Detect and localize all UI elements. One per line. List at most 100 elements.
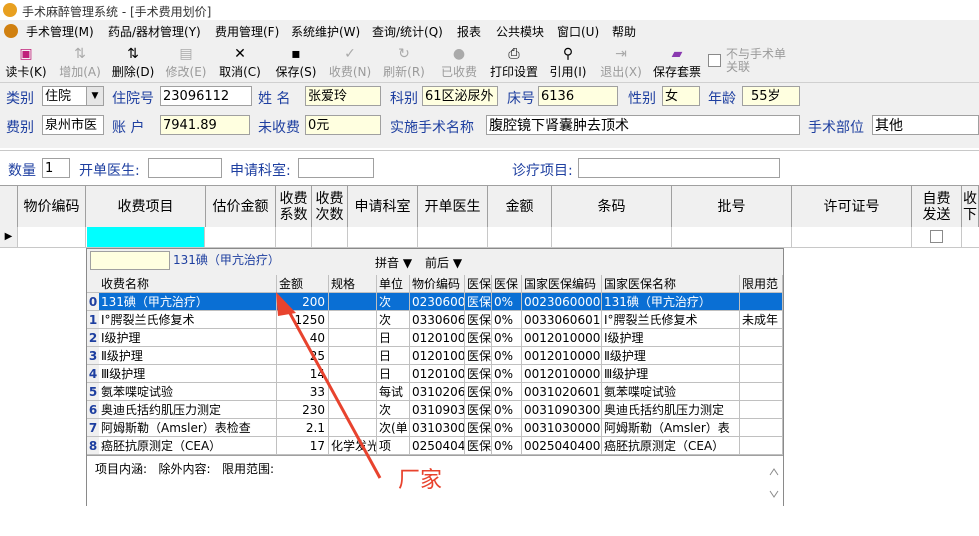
lh-ins1[interactable]: 医保 [465,275,492,293]
lookup-row[interactable]: 6 奥迪氏括约肌压力测定 230 次 0310903 医保 0% 00310903002 奥迪氏… [87,401,783,419]
cell-selfpay[interactable] [912,227,962,247]
lookup-cell-name: 131碘（甲亢治疗） [99,293,277,311]
lookup-row[interactable]: 0 131碘（甲亢治疗） 200 次 0230600 医保 0% 00230600001 131… [87,293,783,311]
dept-field[interactable]: 61区泌尿外 [422,86,498,106]
cell-fee-item[interactable] [87,227,205,247]
gender-field[interactable]: 女 [662,86,700,106]
col-selfpay[interactable]: 自费发送 [912,186,962,227]
read-card-button[interactable]: ▣ 读卡(K) [4,42,48,82]
unlink-checkbox[interactable] [708,54,721,70]
unpaid-field[interactable]: 0元 [305,115,381,135]
cancel-button[interactable]: ✕ 取消(C) [217,42,263,82]
col-estimate[interactable]: 估价金额 [206,186,276,227]
unlink-checkbox-box[interactable] [708,54,721,67]
doctor-field[interactable] [148,158,222,178]
lookup-row[interactable]: 7 阿姆斯勒（Amsler）表检查 2.1 次(单 0310300 医保 0% 0031030… [87,419,783,437]
cell-coefficient[interactable] [276,227,312,247]
lh-ins2[interactable]: 医保 [492,275,522,293]
col-doctor[interactable]: 开单医生 [418,186,488,227]
lookup-cell-ncode: 00120100003 [522,329,602,347]
fee-grid-row[interactable]: ▶ [0,227,979,248]
menu-query[interactable]: 查询/统计(Q) [372,23,443,40]
charge-button[interactable]: ✓ 收费(N) [327,42,373,82]
reference-button[interactable]: ⚲ 引用(I) [545,42,591,82]
lookup-row[interactable]: 8 癌胚抗原测定（CEA） 17 化学发光项 0250404 医保 0% 0025040400… [87,437,783,455]
reference-label: 引用(I) [549,65,587,79]
col-batch[interactable]: 批号 [672,186,792,227]
category-select[interactable]: 住院 ▼ [42,86,104,106]
lookup-row[interactable]: 3 Ⅱ级护理 25 日 0120100 医保 0% 00120100004 Ⅱ级护理 [87,347,783,365]
menu-fees[interactable]: 费用管理(F) [215,23,279,40]
col-coefficient[interactable]: 收费系数 [276,186,312,227]
lookup-cell-limit [740,293,783,311]
charged-icon: ● [452,46,466,62]
col-receive[interactable]: 收下 [962,186,979,227]
col-amount[interactable]: 金额 [488,186,552,227]
charge-icon: ✓ [344,46,356,62]
feetype-field[interactable]: 泉州市医 [42,115,104,135]
lh-limit[interactable]: 限用范 [740,275,783,293]
menu-drugs[interactable]: 药品/器材管理(Y) [108,23,201,40]
qty-field[interactable]: 1 [42,158,70,178]
delete-button[interactable]: ⇅ 删除(D) [110,42,156,82]
col-apply-dept[interactable]: 申请科室 [348,186,418,227]
lookup-cell-unit: 次(单 [377,419,410,437]
lh-unit[interactable]: 单位 [377,275,410,293]
lh-ncode[interactable]: 国家医保编码 [522,275,602,293]
admission-field[interactable]: 23096112 [160,86,252,106]
col-fee-item[interactable]: 收费项目 [86,186,206,227]
lookup-row[interactable]: 4 Ⅲ级护理 14 日 0120100 医保 0% 00120100005 Ⅲ级护理 [87,365,783,383]
order-select[interactable]: 前后 ▼ [425,254,462,271]
item-field[interactable] [578,158,780,178]
lh-spec[interactable]: 规格 [329,275,377,293]
lookup-row[interactable]: 1 Ⅰ°腭裂兰氏修复术 1250 次 0330606 医保 0% 00330606014 Ⅰ°腭… [87,311,783,329]
age-field[interactable]: 55岁 [742,86,800,106]
selfpay-checkbox[interactable] [930,230,943,243]
cell-apply-dept[interactable] [348,227,418,247]
add-button[interactable]: ⇅ 增加(A) [58,42,102,82]
lh-name[interactable]: 收费名称 [99,275,277,293]
cell-estimate[interactable] [206,227,276,247]
lookup-row[interactable]: 5 氨苯喋啶试验 33 每试 0310206 医保 0% 00310206011 氨苯喋啶试验 [87,383,783,401]
menu-app-icon[interactable] [4,24,18,38]
exit-button[interactable]: ⇥ 退出(X) [598,42,644,82]
name-field[interactable]: 张爱玲 [305,86,381,106]
cell-times[interactable] [312,227,348,247]
menu-system[interactable]: 系统维护(W) [291,23,360,40]
site-field[interactable]: 其他 [872,115,979,135]
lookup-cell-ins1: 医保 [465,383,492,401]
print-settings-button[interactable]: ⎙ 打印设置 [488,42,540,82]
col-barcode[interactable]: 条码 [552,186,672,227]
bed-field[interactable]: 6136 [538,86,618,106]
surgery-field[interactable]: 腹腔镜下肾囊肿去顶术 [486,115,800,135]
save-package-button[interactable]: ▰ 保存套票 [651,42,703,82]
lh-code[interactable]: 物价编码 [410,275,465,293]
cell-barcode[interactable] [552,227,672,247]
cell-amount[interactable] [488,227,552,247]
lh-amount[interactable]: 金额 [277,275,329,293]
menu-reports[interactable]: 报表 [457,23,481,40]
save-button[interactable]: ▪ 保存(S) [273,42,319,82]
refresh-button[interactable]: ↻ 刷新(R) [381,42,427,82]
cell-batch[interactable] [672,227,792,247]
menu-help[interactable]: 帮助 [612,23,636,40]
col-license[interactable]: 许可证号 [792,186,912,227]
col-price-code[interactable]: 物价编码 [18,186,86,227]
menu-common[interactable]: 公共模块 [496,23,544,40]
pinyin-select[interactable]: 拼音 ▼ [375,254,412,271]
menu-surgery[interactable]: 手术管理(M) [26,23,94,40]
menu-window[interactable]: 窗口(U) [557,23,599,40]
charged-button[interactable]: ● 已收费 [437,42,481,82]
col-times[interactable]: 收费次数 [312,186,348,227]
lh-nname[interactable]: 国家医保名称 [602,275,740,293]
lookup-scrollbar[interactable] [767,463,781,503]
lookup-row[interactable]: 2 Ⅰ级护理 40 日 0120100 医保 0% 00120100003 Ⅰ级护理 [87,329,783,347]
chevron-down-icon[interactable]: ▼ [86,87,103,105]
cell-doctor[interactable] [418,227,488,247]
account-field[interactable]: 7941.89 [160,115,250,135]
lookup-search-input[interactable] [90,251,170,270]
applydept-field[interactable] [298,158,374,178]
edit-button[interactable]: ▤ 修改(E) [163,42,209,82]
cell-license[interactable] [792,227,912,247]
cell-price-code[interactable] [18,227,86,247]
